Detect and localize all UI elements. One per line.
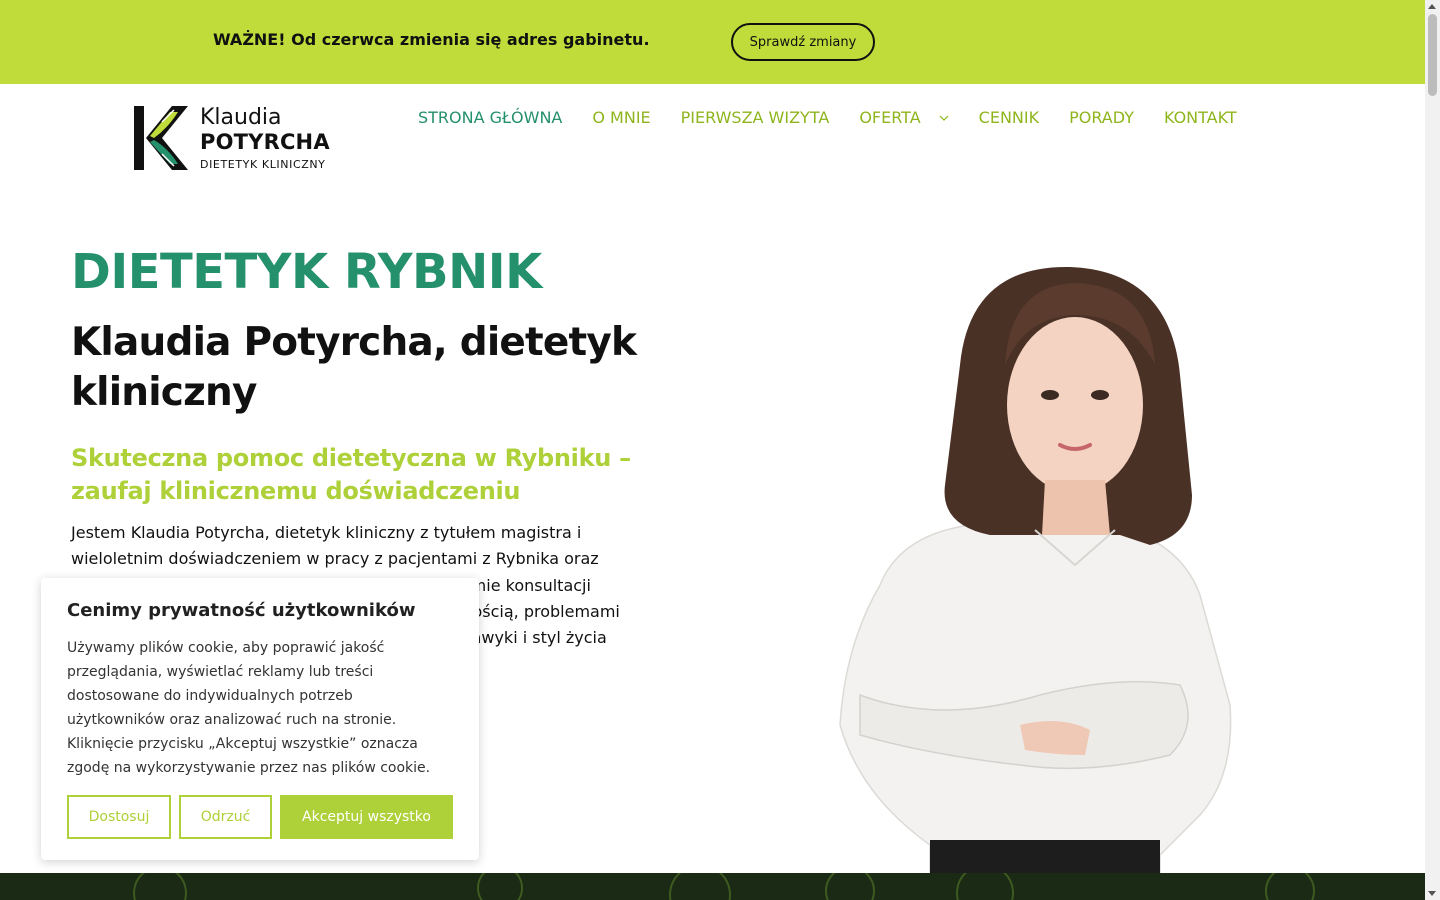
scroll-down-arrow-icon[interactable] bbox=[1428, 891, 1436, 896]
logo-last-name: POTYRCHA bbox=[200, 129, 330, 154]
dietitian-portrait-photo bbox=[839, 266, 1232, 875]
main-nav: STRONA GŁÓWNA O MNIE PIERWSZA WIZYTA OFE… bbox=[418, 108, 1237, 127]
scroll-up-arrow-icon[interactable] bbox=[1428, 4, 1436, 9]
cookie-consent-dialog: Cenimy prywatność użytkowników Używamy p… bbox=[41, 578, 479, 860]
page-scrollbar[interactable] bbox=[1425, 0, 1440, 900]
nav-item-about[interactable]: O MNIE bbox=[592, 108, 650, 127]
nav-item-contact[interactable]: KONTAKT bbox=[1164, 108, 1237, 127]
hero-title: DIETETYK RYBNIK bbox=[71, 244, 542, 300]
logo-k-mark-icon bbox=[134, 106, 188, 170]
cookie-text: Używamy plików cookie, aby poprawić jako… bbox=[67, 640, 431, 776]
nav-item-offer-label: OFERTA bbox=[859, 108, 921, 127]
logo-text: Klaudia POTYRCHA DIETETYK KLINICZNY bbox=[200, 104, 330, 171]
nav-item-offer[interactable]: OFERTA bbox=[859, 108, 949, 127]
logo-first-name: Klaudia bbox=[200, 104, 282, 130]
cookie-accept-all-button[interactable]: Akceptuj wszystko bbox=[280, 795, 453, 839]
cookie-customize-button[interactable]: Dostosuj bbox=[67, 795, 171, 839]
hero-subtitle: Klaudia Potyrcha, dietetyk kliniczny bbox=[71, 320, 637, 415]
hero-tagline: Skuteczna pomoc dietetyczna w Rybniku – … bbox=[71, 444, 631, 505]
food-pattern-decoration bbox=[133, 873, 1315, 900]
nav-item-first-visit[interactable]: PIERWSZA WIZYTA bbox=[681, 108, 830, 127]
check-changes-button[interactable]: Sprawdź zmiany bbox=[731, 23, 875, 61]
scrollbar-thumb[interactable] bbox=[1428, 14, 1437, 96]
announcement-bar: WAŻNE! Od czerwca zmienia się adres gabi… bbox=[0, 0, 1425, 84]
chevron-down-icon[interactable] bbox=[939, 113, 949, 123]
announcement-text: WAŻNE! Od czerwca zmienia się adres gabi… bbox=[213, 30, 650, 49]
cookie-title: Cenimy prywatność użytkowników bbox=[67, 600, 416, 621]
nav-item-pricing[interactable]: CENNIK bbox=[979, 108, 1039, 127]
logo-subtitle: DIETETYK KLINICZNY bbox=[200, 157, 326, 171]
nav-item-home[interactable]: STRONA GŁÓWNA bbox=[418, 108, 562, 127]
site-logo[interactable]: Klaudia POTYRCHA DIETETYK KLINICZNY bbox=[132, 103, 342, 173]
dark-section-strip bbox=[0, 873, 1425, 900]
cookie-reject-button[interactable]: Odrzuć bbox=[179, 795, 272, 839]
nav-item-tips[interactable]: PORADY bbox=[1069, 108, 1134, 127]
